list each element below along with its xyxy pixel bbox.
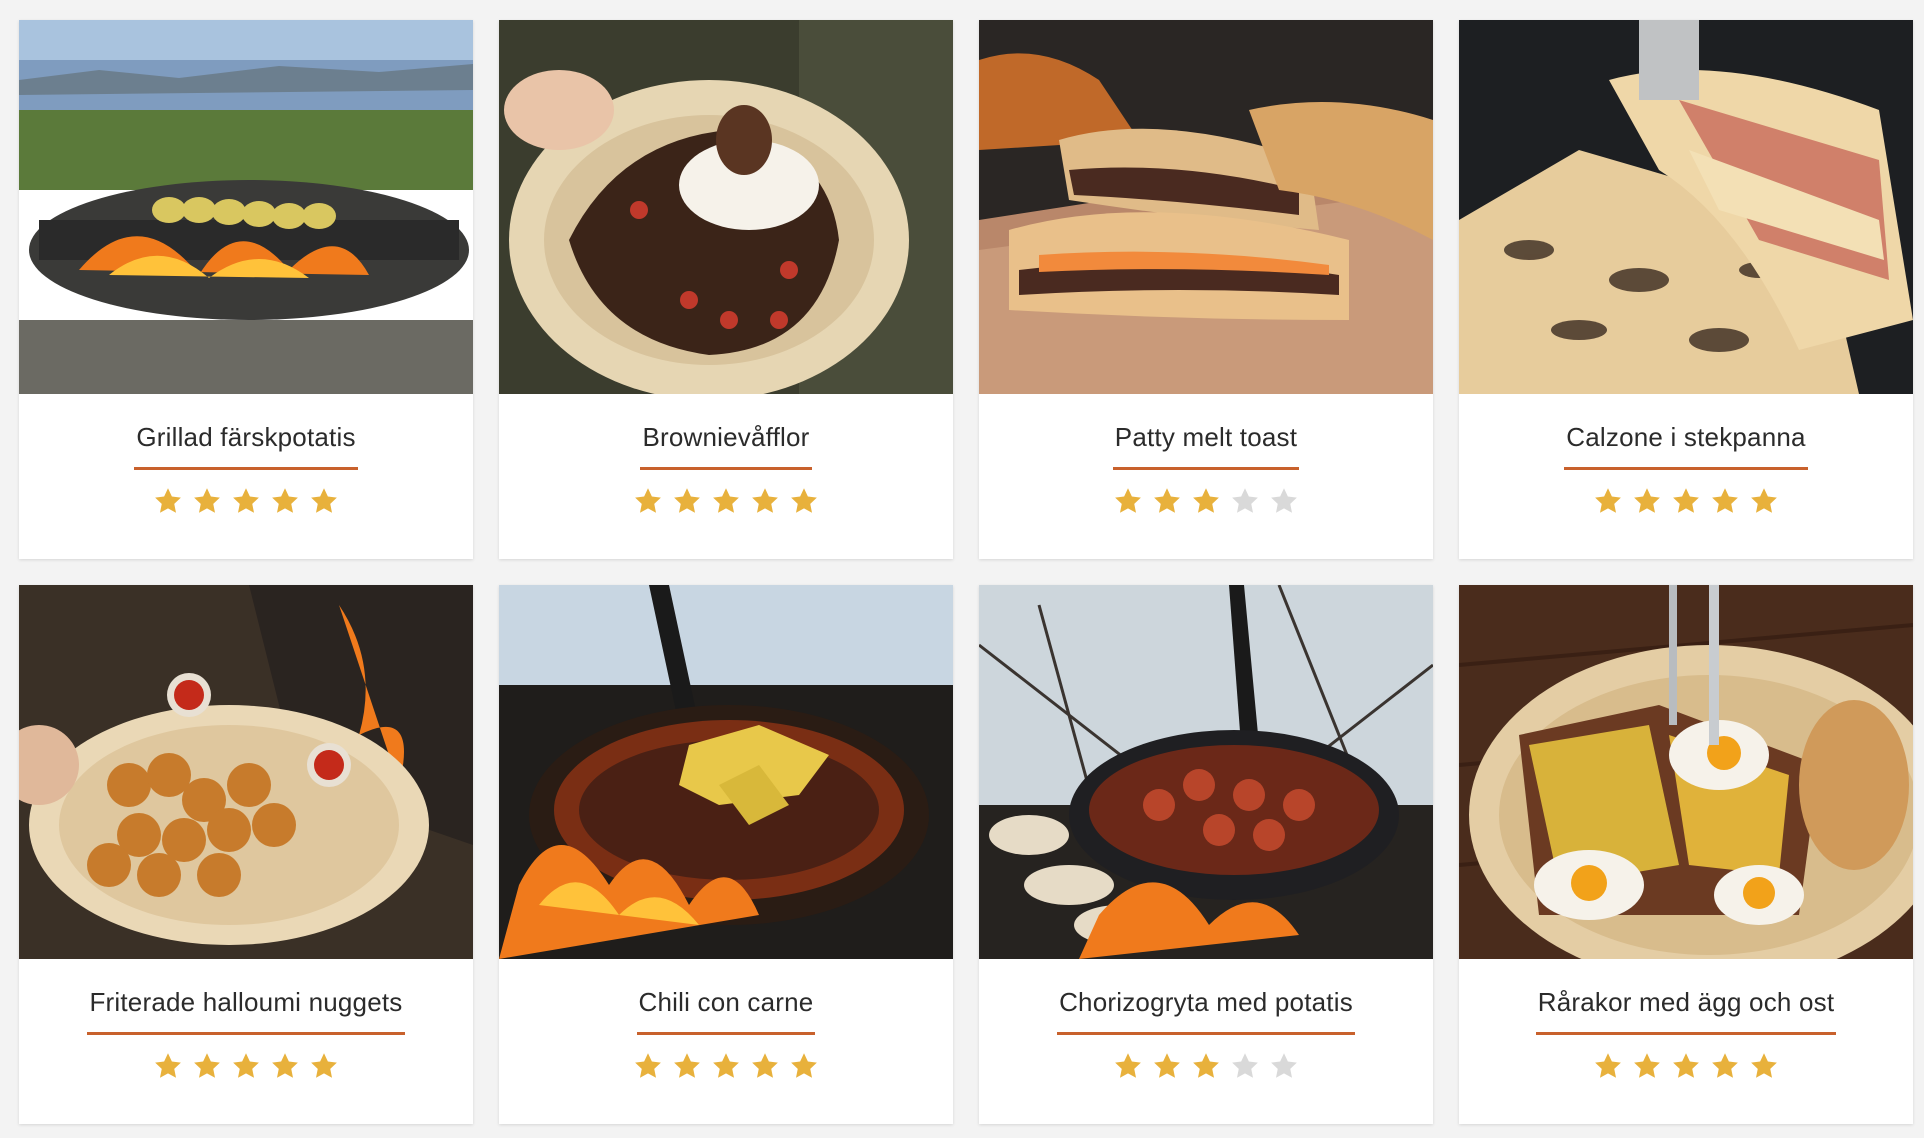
star-filled-icon xyxy=(153,1051,183,1081)
recipe-card-body: Rårakor med ägg och ost xyxy=(1459,959,1913,1124)
recipe-title[interactable]: Brownievåfflor xyxy=(642,422,809,452)
star-filled-icon xyxy=(1749,1051,1779,1081)
recipe-card[interactable]: Patty melt toast xyxy=(979,20,1433,559)
recipe-card[interactable]: Brownievåfflor xyxy=(499,20,953,559)
star-filled-icon xyxy=(1710,1051,1740,1081)
recipe-image[interactable] xyxy=(19,585,473,959)
recipe-title[interactable]: Chili con carne xyxy=(639,987,814,1017)
recipe-title-underline: Rårakor med ägg och ost xyxy=(1535,987,1837,1035)
rating-stars xyxy=(1593,486,1779,516)
star-filled-icon xyxy=(309,1051,339,1081)
recipe-card[interactable]: Chorizogryta med potatis xyxy=(979,585,1433,1124)
star-filled-icon xyxy=(789,1051,819,1081)
recipe-card[interactable]: Grillad färskpotatis xyxy=(19,20,473,559)
rating-stars xyxy=(153,1051,339,1081)
star-filled-icon xyxy=(672,1051,702,1081)
recipe-image[interactable] xyxy=(1459,585,1913,959)
star-filled-icon xyxy=(309,486,339,516)
recipe-image[interactable] xyxy=(979,585,1433,959)
recipe-image[interactable] xyxy=(1459,20,1913,394)
recipe-title-underline: Patty melt toast xyxy=(1112,422,1300,470)
recipe-title[interactable]: Grillad färskpotatis xyxy=(136,422,355,452)
recipe-title-underline: Calzone i stekpanna xyxy=(1564,422,1808,470)
star-empty-icon xyxy=(1230,1051,1260,1081)
rating-stars xyxy=(1113,1051,1299,1081)
recipe-title-underline: Grillad färskpotatis xyxy=(134,422,358,470)
recipe-card-body: Chili con carne xyxy=(499,959,953,1124)
recipe-title[interactable]: Friterade halloumi nuggets xyxy=(89,987,402,1017)
star-empty-icon xyxy=(1269,486,1299,516)
rating-stars xyxy=(1593,1051,1779,1081)
recipe-card[interactable]: Rårakor med ägg och ost xyxy=(1459,585,1913,1124)
star-empty-icon xyxy=(1269,1051,1299,1081)
recipe-title[interactable]: Chorizogryta med potatis xyxy=(1059,987,1353,1017)
star-filled-icon xyxy=(1710,486,1740,516)
star-filled-icon xyxy=(1671,486,1701,516)
recipe-card[interactable]: Calzone i stekpanna xyxy=(1459,20,1913,559)
star-filled-icon xyxy=(1152,1051,1182,1081)
recipe-card-body: Grillad färskpotatis xyxy=(19,394,473,559)
star-filled-icon xyxy=(1191,1051,1221,1081)
recipe-title[interactable]: Rårakor med ägg och ost xyxy=(1538,987,1835,1017)
star-filled-icon xyxy=(1152,486,1182,516)
rating-stars xyxy=(153,486,339,516)
star-filled-icon xyxy=(1113,1051,1143,1081)
rating-stars xyxy=(1113,486,1299,516)
star-filled-icon xyxy=(231,486,261,516)
star-filled-icon xyxy=(1632,1051,1662,1081)
recipe-title-underline: Brownievåfflor xyxy=(640,422,812,470)
star-filled-icon xyxy=(1191,486,1221,516)
star-filled-icon xyxy=(633,1051,663,1081)
star-empty-icon xyxy=(1230,486,1260,516)
recipe-card-body: Friterade halloumi nuggets xyxy=(19,959,473,1124)
star-filled-icon xyxy=(711,1051,741,1081)
recipe-title-underline: Chili con carne xyxy=(636,987,816,1035)
recipe-grid: Grillad färskpotatis Brownievåfflor Patt… xyxy=(19,20,1915,1124)
recipe-card-body: Chorizogryta med potatis xyxy=(979,959,1433,1124)
star-filled-icon xyxy=(270,486,300,516)
star-filled-icon xyxy=(1593,486,1623,516)
recipe-title[interactable]: Patty melt toast xyxy=(1115,422,1297,452)
rating-stars xyxy=(633,486,819,516)
star-filled-icon xyxy=(153,486,183,516)
star-filled-icon xyxy=(633,486,663,516)
recipe-card-body: Brownievåfflor xyxy=(499,394,953,559)
recipe-image[interactable] xyxy=(979,20,1433,394)
recipe-card[interactable]: Friterade halloumi nuggets xyxy=(19,585,473,1124)
star-filled-icon xyxy=(789,486,819,516)
star-filled-icon xyxy=(192,486,222,516)
recipe-image[interactable] xyxy=(499,20,953,394)
star-filled-icon xyxy=(1593,1051,1623,1081)
recipe-card[interactable]: Chili con carne xyxy=(499,585,953,1124)
star-filled-icon xyxy=(1749,486,1779,516)
star-filled-icon xyxy=(1113,486,1143,516)
recipe-title-underline: Friterade halloumi nuggets xyxy=(87,987,405,1035)
star-filled-icon xyxy=(1671,1051,1701,1081)
recipe-title[interactable]: Calzone i stekpanna xyxy=(1566,422,1805,452)
recipe-card-body: Calzone i stekpanna xyxy=(1459,394,1913,559)
recipe-title-underline: Chorizogryta med potatis xyxy=(1057,987,1355,1035)
star-filled-icon xyxy=(672,486,702,516)
star-filled-icon xyxy=(711,486,741,516)
star-filled-icon xyxy=(231,1051,261,1081)
recipe-image[interactable] xyxy=(19,20,473,394)
star-filled-icon xyxy=(270,1051,300,1081)
recipe-card-body: Patty melt toast xyxy=(979,394,1433,559)
recipe-image[interactable] xyxy=(499,585,953,959)
star-filled-icon xyxy=(750,1051,780,1081)
rating-stars xyxy=(633,1051,819,1081)
star-filled-icon xyxy=(192,1051,222,1081)
star-filled-icon xyxy=(1632,486,1662,516)
star-filled-icon xyxy=(750,486,780,516)
